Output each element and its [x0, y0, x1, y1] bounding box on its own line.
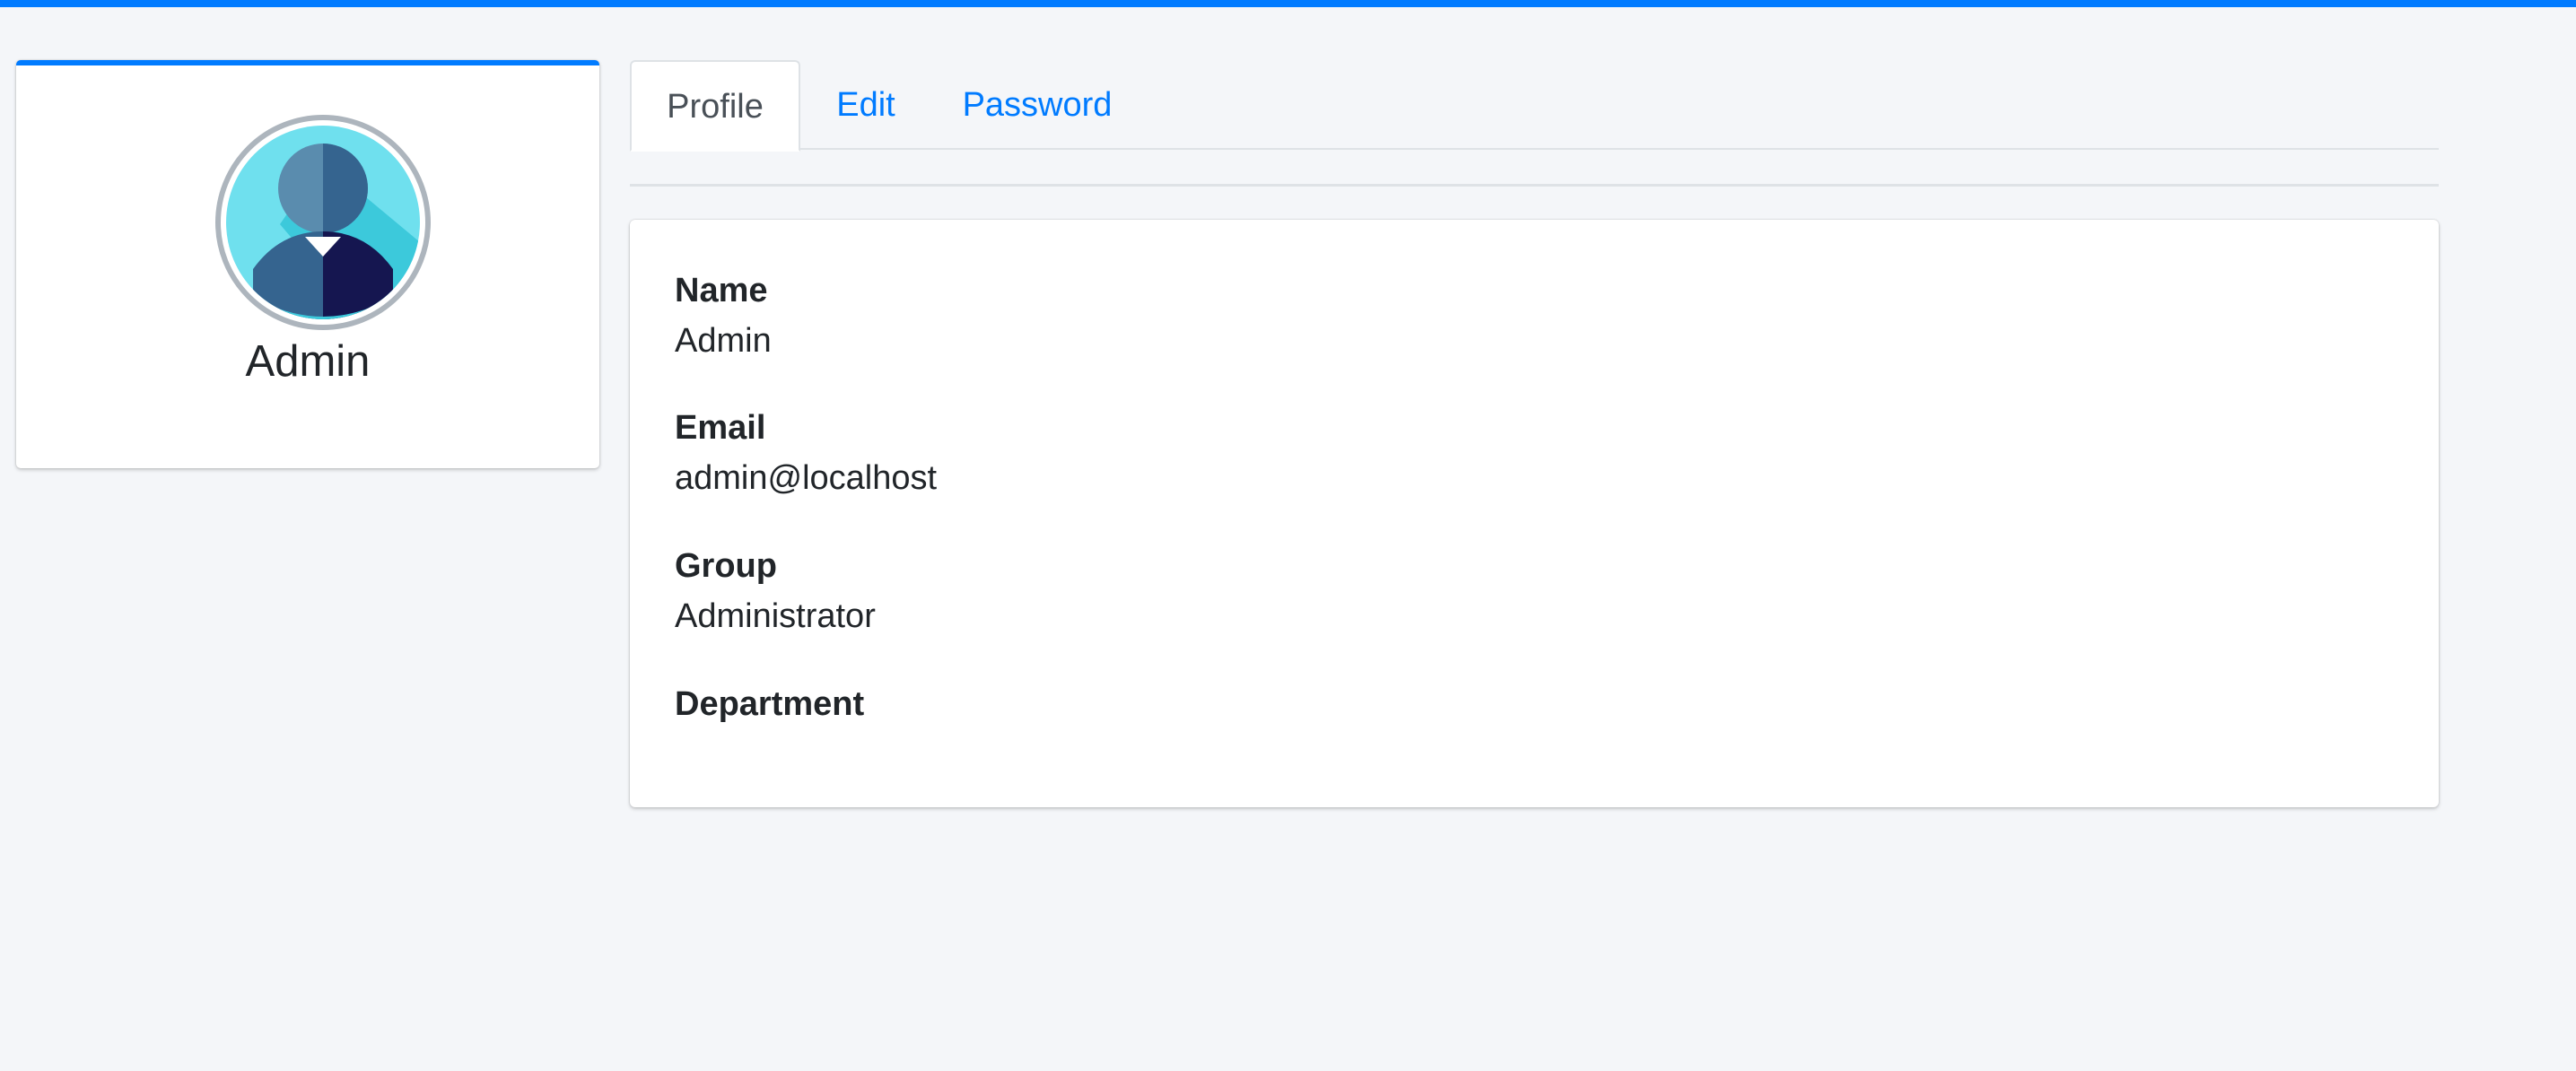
department-label: Department [675, 685, 865, 723]
tab-edit[interactable]: Edit [816, 60, 915, 150]
name-label: Name [675, 272, 768, 309]
avatar [215, 115, 431, 330]
profile-details-card: Name Admin Email admin@localhost Group A… [630, 220, 2439, 807]
top-accent-bar [0, 0, 2576, 7]
profile-card: Admin [16, 60, 599, 468]
name-value: Admin [675, 322, 772, 360]
email-label: Email [675, 409, 766, 447]
email-value: admin@localhost [675, 459, 938, 497]
tab-password[interactable]: Password [939, 60, 1136, 150]
email-field: Email admin@localhost [675, 405, 937, 501]
user-avatar-icon [226, 126, 420, 319]
group-field: Group Administrator [675, 544, 876, 639]
group-label: Group [675, 547, 777, 585]
department-field: Department [675, 682, 864, 732]
tab-profile[interactable]: Profile [630, 60, 800, 152]
name-field: Name Admin [675, 268, 772, 363]
divider [630, 184, 2439, 187]
group-value: Administrator [675, 597, 876, 635]
profile-name: Admin [245, 337, 371, 386]
profile-tabs: Profile Edit Password [630, 60, 2439, 152]
